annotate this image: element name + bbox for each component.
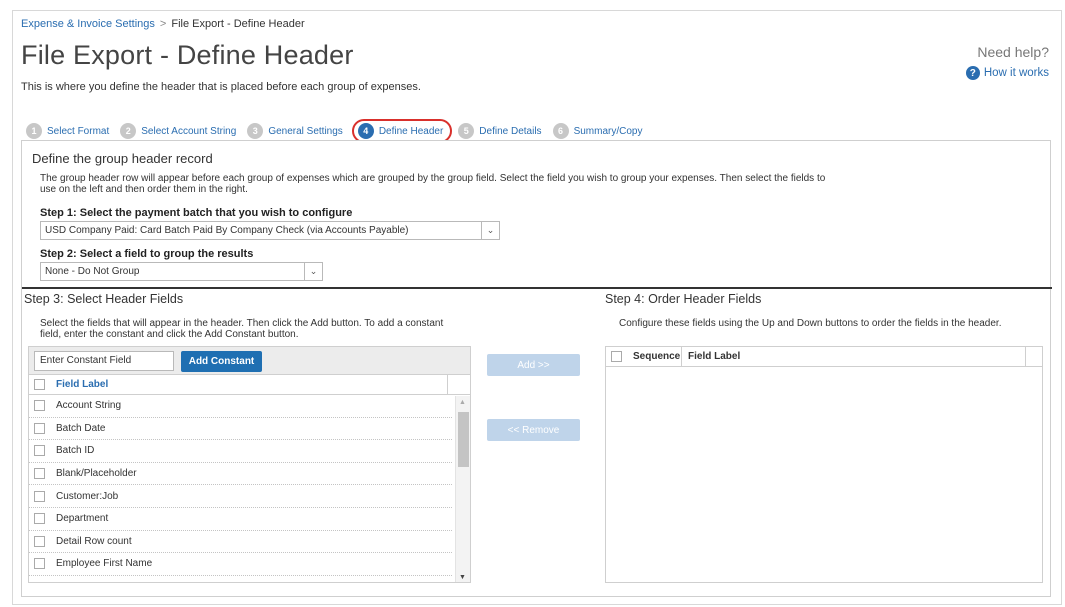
row-checkbox[interactable] — [34, 445, 45, 457]
page-title: File Export - Define Header — [21, 40, 354, 70]
field-label: Account String — [56, 400, 122, 412]
add-button[interactable]: Add >> — [487, 354, 580, 376]
sequence-column-header[interactable]: Sequence — [633, 351, 680, 362]
step-label: General Settings — [268, 125, 343, 137]
step-label: Define Header — [378, 125, 444, 137]
field-label: Department — [56, 513, 109, 525]
wizard-step-select-format[interactable]: 1 Select Format — [26, 123, 109, 139]
question-circle-icon: ? — [965, 66, 980, 80]
chevron-down-icon: ⌄ — [481, 222, 499, 239]
how-it-works-label: How it works — [983, 67, 1049, 79]
breadcrumb-current: File Export - Define Header — [171, 18, 305, 30]
row-checkbox[interactable] — [34, 400, 45, 412]
breadcrumb-separator: > — [159, 18, 167, 30]
available-fields-header: Field Label — [29, 375, 470, 395]
step1-label: Step 1: Select the payment batch that yo… — [40, 207, 353, 219]
row-checkbox[interactable] — [34, 490, 45, 502]
available-fields-table: Enter Constant Field Add Constant Field … — [28, 346, 471, 583]
row-checkbox[interactable] — [34, 513, 45, 525]
field-label: Blank/Placeholder — [56, 468, 137, 480]
step-number: 2 — [120, 123, 137, 139]
step-label: Define Details — [479, 125, 542, 137]
field-label-column-header[interactable]: Field Label — [56, 379, 108, 390]
field-label: Customer:Job — [56, 490, 119, 502]
step2-label: Step 2: Select a field to group the resu… — [40, 248, 254, 260]
select-all-ordered-checkbox[interactable] — [611, 351, 622, 362]
field-row[interactable]: Batch Date — [29, 418, 452, 441]
group-field-select[interactable]: None - Do Not Group ⌄ — [40, 262, 323, 281]
define-header-panel: Define the group header record The group… — [21, 140, 1052, 597]
wizard-step-select-account-string[interactable]: 2 Select Account String — [120, 123, 236, 139]
group-header-title: Define the group header record — [32, 151, 213, 166]
row-checkbox[interactable] — [34, 468, 45, 480]
sequence-column: Sequence — [606, 346, 682, 367]
how-it-works-link[interactable]: ? How it works — [965, 66, 1049, 80]
step-number: 5 — [458, 123, 475, 139]
field-row[interactable]: Customer:Job — [29, 485, 452, 508]
column-separator — [1025, 347, 1026, 367]
field-label: Employee First Name — [56, 558, 153, 570]
step-number: 4 — [357, 123, 374, 139]
field-label: Batch Date — [56, 422, 106, 434]
field-row[interactable]: Account String — [29, 395, 452, 418]
breadcrumb-parent-link[interactable]: Expense & Invoice Settings — [21, 18, 155, 30]
ordered-fields-header: Sequence Field Label — [606, 346, 1042, 367]
scroll-down-icon[interactable]: ▼ — [459, 574, 466, 581]
remove-button[interactable]: << Remove — [487, 419, 580, 441]
chevron-down-icon: ⌄ — [304, 263, 322, 280]
step-number: 6 — [552, 123, 569, 139]
vertical-scrollbar[interactable]: ▲ ▼ — [455, 396, 470, 582]
step3-description: Select the fields that will appear in th… — [40, 318, 444, 340]
row-checkbox[interactable] — [34, 558, 45, 570]
page-description: This is where you define the header that… — [21, 81, 421, 93]
add-constant-button[interactable]: Add Constant — [181, 351, 262, 372]
group-header-description: The group header row will appear before … — [40, 173, 826, 195]
step-label: Summary/Copy — [573, 125, 643, 137]
wizard-step-summary-copy[interactable]: 6 Summary/Copy — [552, 123, 643, 139]
step-number: 3 — [247, 123, 264, 139]
breadcrumb: Expense & Invoice Settings > File Export -… — [21, 18, 305, 30]
payment-batch-value: USD Company Paid: Card Batch Paid By Com… — [45, 225, 409, 236]
field-row[interactable]: Department — [29, 508, 452, 531]
field-row[interactable]: Batch ID — [29, 440, 452, 463]
field-row[interactable]: Blank/Placeholder — [29, 463, 452, 486]
step-label: Select Account String — [141, 125, 237, 137]
field-row[interactable]: Employee First Name — [29, 553, 452, 576]
column-separator — [447, 375, 448, 395]
step-label: Select Format — [47, 125, 110, 137]
constant-toolbar: Enter Constant Field Add Constant — [29, 347, 470, 375]
wizard-step-general-settings[interactable]: 3 General Settings — [247, 123, 343, 139]
row-checkbox[interactable] — [34, 422, 45, 434]
scrollbar-thumb[interactable] — [458, 412, 469, 467]
row-checkbox[interactable] — [34, 535, 45, 547]
field-label: Batch ID — [56, 445, 95, 457]
field-row[interactable]: Detail Row count — [29, 531, 452, 554]
step4-description: Configure these fields using the Up and … — [619, 318, 1002, 329]
group-field-value: None - Do Not Group — [45, 266, 140, 277]
ordered-fields-table: Sequence Field Label — [605, 346, 1043, 583]
field-label-column-header[interactable]: Field Label — [682, 351, 740, 362]
section-divider — [22, 287, 1052, 289]
need-help-text: Need help? — [977, 44, 1049, 60]
help-box: Need help? ? How it works — [965, 44, 1049, 80]
select-all-checkbox[interactable] — [34, 379, 45, 390]
scroll-up-icon[interactable]: ▲ — [459, 399, 466, 406]
step3-title: Step 3: Select Header Fields — [24, 292, 184, 306]
wizard-step-define-details[interactable]: 5 Define Details — [458, 123, 542, 139]
constant-field-input[interactable]: Enter Constant Field — [34, 351, 174, 371]
field-label: Detail Row count — [56, 535, 132, 547]
step-number: 1 — [26, 123, 42, 139]
step4-title: Step 4: Order Header Fields — [605, 292, 762, 306]
payment-batch-select[interactable]: USD Company Paid: Card Batch Paid By Com… — [40, 221, 500, 240]
